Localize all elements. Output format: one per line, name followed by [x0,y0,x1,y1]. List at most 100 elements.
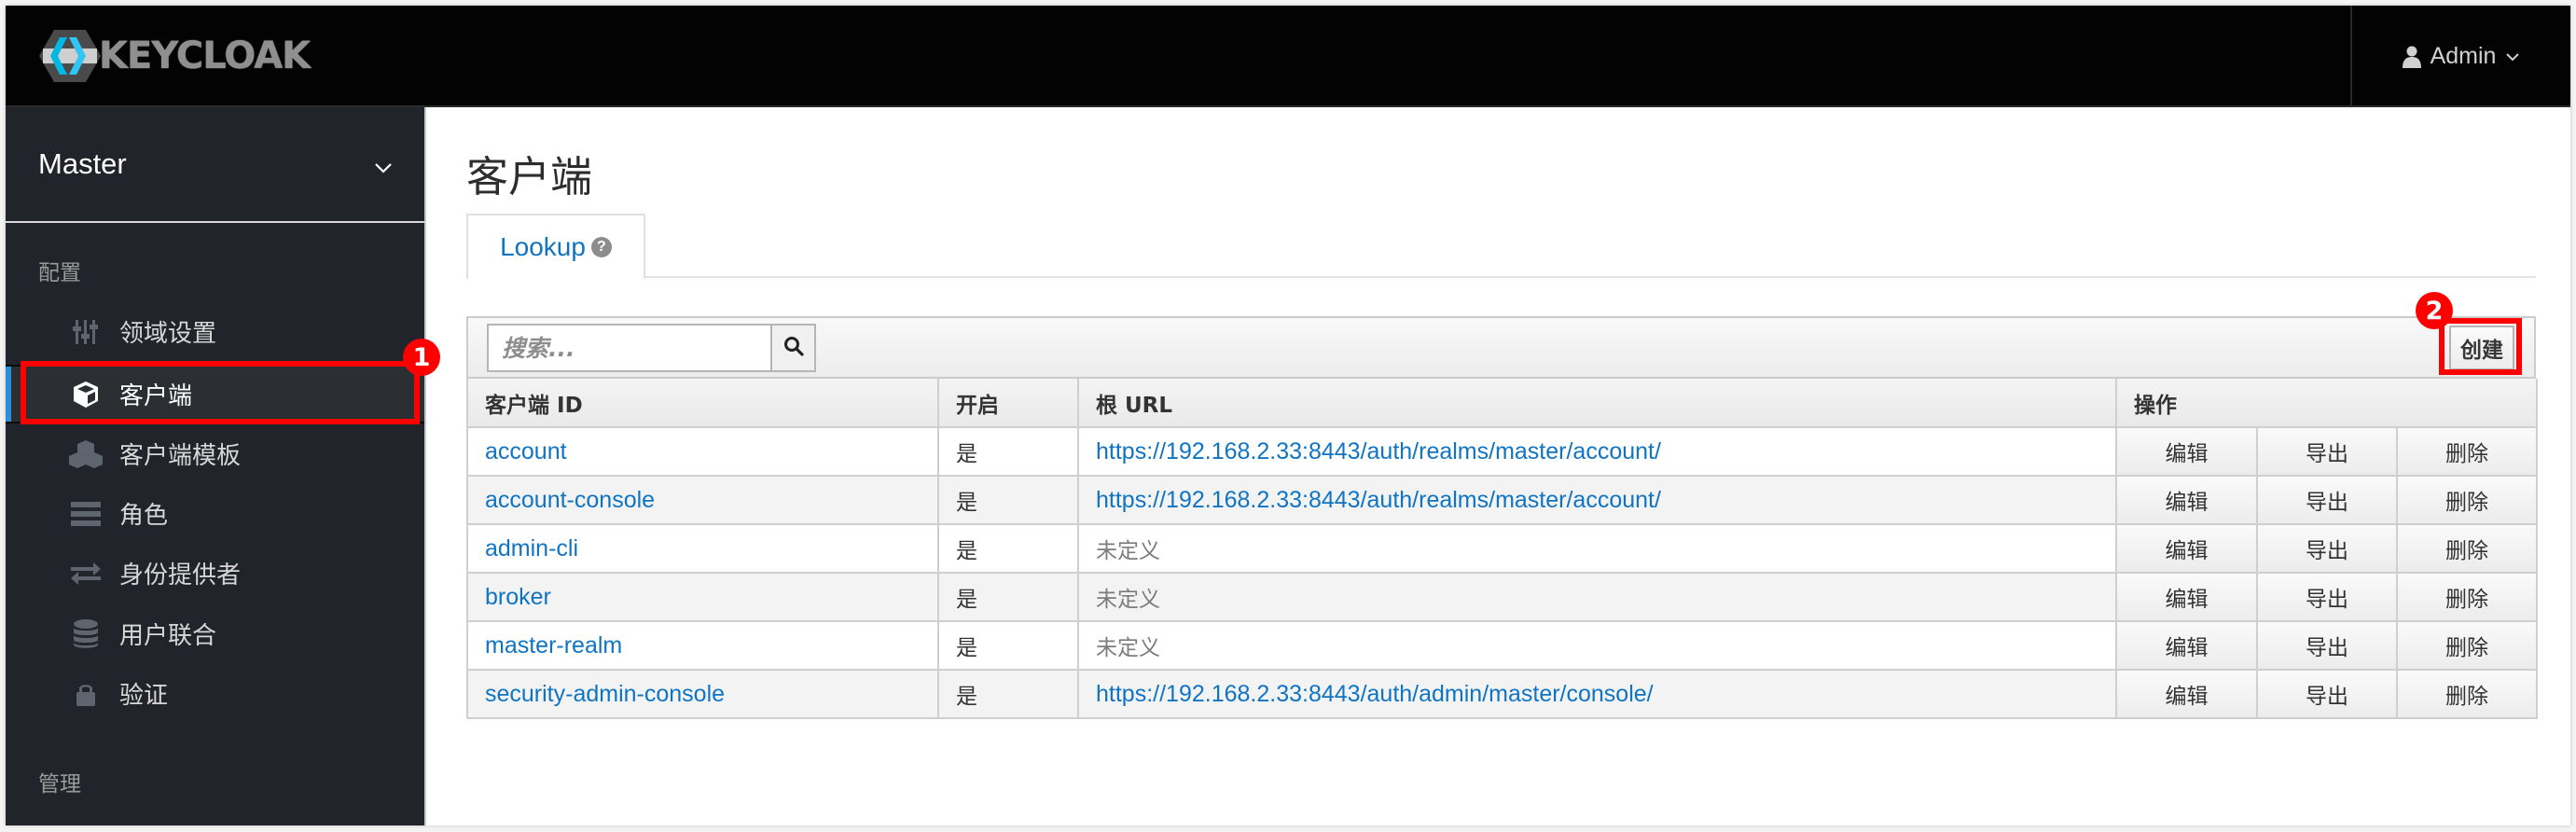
chevron-down-icon [374,147,393,181]
sidebar-item-label: 客户端模板 [119,441,242,469]
search-button[interactable] [770,324,816,372]
tab-bar: Lookup ? [466,214,2536,279]
sidebar-item-client-templates[interactable]: 客户端模板 [6,424,424,483]
delete-button[interactable]: 删除 [2396,620,2538,671]
client-id-link[interactable]: master-realm [485,632,622,659]
exchange-icon [67,555,104,592]
client-id-link[interactable]: security-admin-console [485,681,725,707]
tab-label: Lookup [500,232,586,261]
page-title: 客户端 [466,153,593,201]
root-url-cell: https://192.168.2.33:8443/auth/realms/ma… [1077,426,2117,477]
sidebar-item-label: 角色 [119,501,169,529]
enabled-cell: 是 [937,475,1079,525]
question-circle-icon[interactable]: ? [590,237,612,257]
keycloak-logo-icon [37,28,103,84]
sliders-icon [67,313,104,351]
column-header-actions: 操作 [2115,379,2538,428]
root-url-link[interactable]: https://192.168.2.33:8443/auth/realms/ma… [1096,487,1661,513]
delete-button[interactable]: 删除 [2396,669,2538,719]
enabled-cell: 是 [937,426,1079,477]
realm-selector[interactable]: Master [6,107,426,223]
sidebar-item-identity-providers[interactable]: 身份提供者 [6,544,424,603]
edit-button[interactable]: 编辑 [2115,475,2258,525]
sidebar-item-authentication[interactable]: 验证 [6,664,424,723]
column-header-client-id[interactable]: 客户端 ID [466,379,939,428]
user-name: Admin [2430,43,2497,69]
table-row: security-admin-console 是 https://192.168.2… [466,669,2538,719]
logo-text: KEYCLOAK [99,35,311,77]
sidebar-item-label: 客户端 [119,381,193,409]
clients-table: 客户端 ID 开启 根 URL 操作 account 是 https://192.1… [466,379,2538,719]
sidebar-item-user-federation[interactable]: 用户联合 [6,604,424,663]
keycloak-logo[interactable]: KEYCLOAK [37,28,311,84]
edit-button[interactable]: 编辑 [2115,523,2258,574]
search-input[interactable] [489,326,770,370]
enabled-cell: 是 [937,620,1079,671]
export-button[interactable]: 导出 [2256,523,2398,574]
client-id-link[interactable]: broker [485,584,551,610]
cube-icon [67,376,104,413]
export-button[interactable]: 导出 [2256,475,2398,525]
column-header-enabled[interactable]: 开启 [937,379,1079,428]
lock-icon [67,675,104,713]
sidebar: Master 配置 领域设置 客户端 客户端模板 角色 身份提供者 用户联合 验… [6,107,426,825]
client-id-cell: account-console [466,475,939,525]
root-url-cell: https://192.168.2.33:8443/auth/admin/mas… [1077,669,2117,719]
annotation-badge-2: 2 [2416,292,2453,329]
client-id-cell: broker [466,572,939,622]
table-row: account-console 是 https://192.168.2.33:844… [466,475,2538,525]
delete-button[interactable]: 删除 [2396,475,2538,525]
table-row: broker 是未定义 编辑 导出 删除 [466,572,2538,622]
root-url-cell: 未定义 [1077,620,2117,671]
export-button[interactable]: 导出 [2256,669,2398,719]
sidebar-item-roles[interactable]: 角色 [6,484,424,543]
client-id-link[interactable]: account-console [485,487,655,513]
user-menu-dropdown[interactable]: Admin [2350,6,2570,107]
search-icon [783,336,804,361]
tab-lookup[interactable]: Lookup ? [466,214,645,279]
create-button[interactable]: 创建 [2449,326,2514,370]
export-button[interactable]: 导出 [2256,620,2398,671]
realm-name: Master [38,147,127,180]
search-field [487,324,772,372]
user-icon [2402,46,2421,68]
section-label-manage: 管理 [38,771,81,796]
export-button[interactable]: 导出 [2256,572,2398,622]
table-row: account 是 https://192.168.2.33:8443/auth/r… [466,426,2538,477]
edit-button[interactable]: 编辑 [2115,572,2258,622]
enabled-cell: 是 [937,523,1079,574]
edit-button[interactable]: 编辑 [2115,620,2258,671]
annotation-badge-1: 1 [403,339,440,376]
sidebar-item-label: 用户联合 [119,621,217,649]
top-navbar: KEYCLOAK Admin [6,6,2570,107]
delete-button[interactable]: 删除 [2396,523,2538,574]
database-icon [67,616,104,653]
sidebar-item-clients[interactable]: 客户端 [6,365,424,423]
edit-button[interactable]: 编辑 [2115,426,2258,477]
edit-button[interactable]: 编辑 [2115,669,2258,719]
client-id-link[interactable]: account [485,438,567,465]
column-header-root-url[interactable]: 根 URL [1077,379,2117,428]
client-id-cell: account [466,426,939,477]
client-id-link[interactable]: admin-cli [485,535,578,562]
sidebar-item-label: 验证 [119,681,169,709]
table-header-row: 客户端 ID 开启 根 URL 操作 [466,379,2538,428]
root-url-cell: 未定义 [1077,523,2117,574]
cubes-icon [67,436,104,473]
sidebar-item-realm-settings[interactable]: 领域设置 [6,302,424,361]
table-toolbar: 创建 [466,316,2536,379]
root-url-link[interactable]: https://192.168.2.33:8443/auth/admin/mas… [1096,681,1654,707]
root-url-link[interactable]: https://192.168.2.33:8443/auth/realms/ma… [1096,438,1661,465]
enabled-cell: 是 [937,669,1079,719]
root-url-cell: https://192.168.2.33:8443/auth/realms/ma… [1077,475,2117,525]
delete-button[interactable]: 删除 [2396,426,2538,477]
export-button[interactable]: 导出 [2256,426,2398,477]
client-id-cell: admin-cli [466,523,939,574]
enabled-cell: 是 [937,572,1079,622]
chevron-down-icon [2505,52,2520,62]
delete-button[interactable]: 删除 [2396,572,2538,622]
client-id-cell: security-admin-console [466,669,939,719]
client-id-cell: master-realm [466,620,939,671]
clients-table-container: 创建 客户端 ID 开启 根 URL 操作 account 是 https://19… [466,316,2538,719]
table-row: admin-cli 是未定义 编辑 导出 删除 [466,523,2538,574]
